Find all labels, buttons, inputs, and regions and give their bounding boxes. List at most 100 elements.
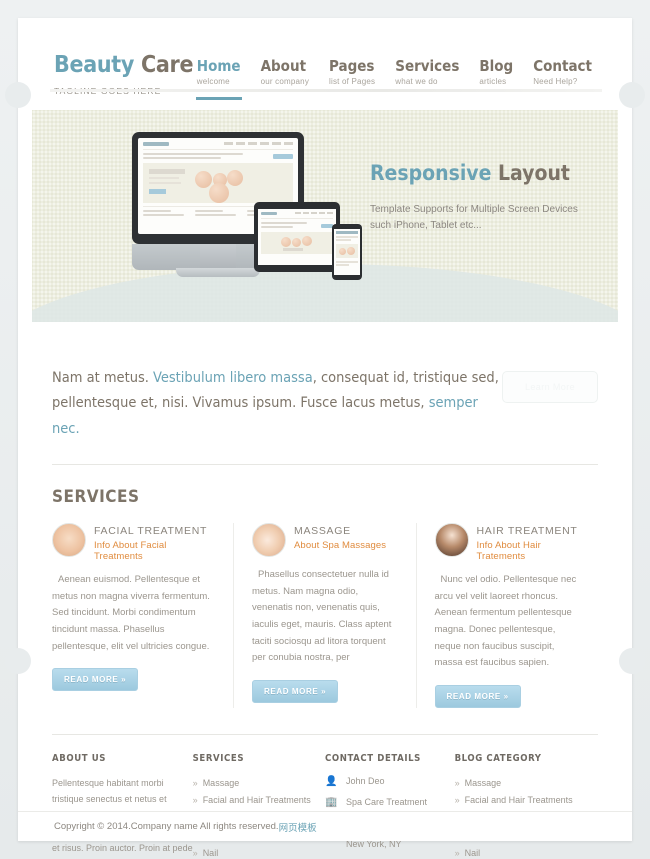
nav-label: Contact bbox=[533, 57, 592, 75]
person-icon: 👤 bbox=[325, 775, 338, 787]
copyright-text: Copyright © 2014.Company name All rights… bbox=[54, 821, 279, 832]
service-subtitle[interactable]: Info About Hair Tratements bbox=[477, 540, 581, 562]
services-section: SERVICES FACIAL TREATMENT Info About Fac… bbox=[52, 487, 598, 708]
chevron-right-icon: » bbox=[192, 777, 198, 788]
imac-neck bbox=[200, 244, 236, 270]
footer-column-blog: BLOG CATEGORY » Massage » Facial and Hair … bbox=[455, 753, 598, 859]
service-title: MASSAGE bbox=[294, 525, 351, 538]
ribbon-notch-bottom-left bbox=[5, 648, 31, 674]
list-item-label: Massage bbox=[202, 777, 240, 788]
nav-label: Blog bbox=[479, 57, 514, 75]
chevron-right-icon: » bbox=[454, 777, 460, 788]
learn-more-button[interactable]: Learn More bbox=[502, 371, 598, 403]
intro-section: Nam at metus. Vestibulum libero massa, c… bbox=[52, 366, 598, 466]
nav-sublabel: Need Help? bbox=[533, 77, 578, 87]
list-item[interactable]: » Nail bbox=[193, 845, 325, 859]
list-item[interactable]: » Facial and Hair Treatments bbox=[455, 792, 598, 810]
header-divider bbox=[50, 89, 602, 92]
copyright-bar: Copyright © 2014.Company name All rights… bbox=[18, 811, 632, 841]
mini-site-tablet bbox=[258, 209, 336, 257]
avatar bbox=[434, 523, 469, 558]
nav-sublabel: what we do bbox=[395, 77, 438, 87]
nav-sublabel: our company bbox=[260, 77, 310, 87]
hero-subtitle-line1: Template Supports for Multiple Screen De… bbox=[370, 204, 578, 216]
hero-subtitle: Template Supports for Multiple Screen De… bbox=[370, 202, 610, 233]
page-root: Beauty Care TAGLINE GOES HERE Home welco… bbox=[0, 0, 650, 859]
iphone-device bbox=[332, 224, 362, 280]
logo-secondary: Care bbox=[141, 52, 194, 78]
intro-text: Nam at metus. Vestibulum libero massa, c… bbox=[52, 366, 502, 442]
building-icon: 🏢 bbox=[325, 796, 338, 808]
service-body: Phasellus consectetuer nulla id metus. N… bbox=[252, 569, 392, 664]
nav-label: About bbox=[260, 57, 307, 75]
nav-label: Pages bbox=[329, 57, 375, 75]
service-card-massage: MASSAGE About Spa Massages Phasellus con… bbox=[233, 523, 416, 708]
service-header: MASSAGE About Spa Massages bbox=[252, 523, 398, 558]
hero-subtitle-line2: such iPhone, Tablet etc... bbox=[370, 219, 482, 231]
hero-slider: Responsive Layout Template Supports for … bbox=[32, 110, 618, 322]
service-title: HAIR TREATMENT bbox=[476, 525, 578, 538]
list-item-label: Facial and Hair Treatments bbox=[202, 795, 311, 806]
contact-person-row: 👤 John Deo bbox=[325, 775, 455, 789]
footer-blog-heading: BLOG CATEGORY bbox=[454, 752, 542, 764]
service-subtitle[interactable]: About Spa Massages bbox=[294, 540, 386, 551]
service-body: Nunc vel odio. Pellentesque nec arcu vel… bbox=[434, 574, 577, 669]
imac-foot bbox=[176, 268, 260, 277]
ribbon-notch-bottom-right bbox=[619, 648, 645, 674]
chevron-right-icon: » bbox=[454, 795, 460, 806]
list-item-label: Facial and Hair Treatments bbox=[464, 795, 573, 806]
list-item[interactable]: » Facial and Hair Treatments bbox=[193, 792, 325, 810]
service-titles: FACIAL TREATMENT Info About Facial Treat… bbox=[94, 523, 215, 562]
list-item[interactable]: » Massage bbox=[193, 775, 325, 793]
service-titles: MASSAGE About Spa Massages bbox=[294, 523, 386, 551]
ribbon-notch-top-left bbox=[5, 82, 31, 108]
intro-part1: Nam at metus. bbox=[52, 370, 154, 386]
service-titles: HAIR TREATMENT Info About Hair Tratement… bbox=[477, 523, 581, 562]
list-item-label: Massage bbox=[464, 777, 502, 788]
hero-title-secondary: Layout bbox=[498, 161, 570, 185]
hero-title-primary: Responsive bbox=[370, 161, 492, 185]
footer-about-heading: ABOUT US bbox=[52, 752, 107, 764]
nav-sublabel: welcome bbox=[196, 77, 230, 87]
chevron-right-icon: » bbox=[454, 848, 460, 859]
iphone-screen-content bbox=[334, 229, 360, 275]
footer-column-about: ABOUT US Pellentesque habitant morbi tri… bbox=[52, 753, 193, 859]
list-item[interactable]: » Nail bbox=[455, 845, 598, 859]
read-more-button[interactable]: READ MORE » bbox=[252, 679, 339, 703]
avatar bbox=[52, 523, 86, 558]
site-header: Beauty Care TAGLINE GOES HERE Home welco… bbox=[18, 18, 632, 101]
ribbon-notch-top-right bbox=[619, 82, 645, 108]
page-sheet: Beauty Care TAGLINE GOES HERE Home welco… bbox=[18, 18, 632, 859]
nav-label: Home bbox=[196, 57, 241, 75]
service-header: FACIAL TREATMENT Info About Facial Treat… bbox=[52, 523, 215, 562]
chevron-right-icon: » bbox=[192, 795, 198, 806]
contact-person: John Deo bbox=[346, 775, 385, 786]
service-card-facial: FACIAL TREATMENT Info About Facial Treat… bbox=[52, 523, 233, 708]
service-card-hair: HAIR TREATMENT Info About Hair Tratement… bbox=[415, 523, 599, 708]
copyright-link[interactable]: 网页模板 bbox=[279, 820, 317, 834]
list-item-label: Nail bbox=[202, 848, 219, 859]
hero-copy: Responsive Layout Template Supports for … bbox=[370, 161, 610, 233]
nav-sublabel: articles bbox=[479, 77, 507, 87]
services-grid: FACIAL TREATMENT Info About Facial Treat… bbox=[52, 523, 598, 708]
service-title: FACIAL TREATMENT bbox=[94, 525, 208, 538]
nav-sublabel: list of Pages bbox=[329, 77, 376, 87]
list-item[interactable]: » Massage bbox=[455, 775, 598, 793]
chevron-right-icon: » bbox=[192, 848, 198, 859]
service-body: Aenean euismod. Pellentesque et metus no… bbox=[52, 574, 210, 652]
ipad-device bbox=[254, 202, 340, 272]
services-heading: SERVICES bbox=[52, 487, 140, 508]
read-more-button[interactable]: READ MORE » bbox=[52, 668, 139, 692]
nav-label: Services bbox=[395, 57, 460, 75]
logo-primary: Beauty bbox=[54, 52, 135, 78]
ipad-screen-content bbox=[258, 209, 336, 265]
footer-column-services: SERVICES » Massage » Facial and Hair Treat… bbox=[193, 753, 325, 859]
intro-highlight1: Vestibulum libero massa bbox=[153, 370, 313, 386]
mini-site-phone bbox=[334, 229, 360, 268]
service-subtitle[interactable]: Info About Facial Treatments bbox=[94, 540, 215, 562]
footer-contact-heading: CONTACT DETAILS bbox=[325, 752, 421, 764]
logo-title: Beauty Care bbox=[54, 52, 194, 78]
footer-column-contact: CONTACT DETAILS 👤 John Deo 🏢 Spa Care Tr… bbox=[325, 753, 455, 859]
read-more-button[interactable]: READ MORE » bbox=[434, 684, 521, 708]
avatar bbox=[252, 523, 286, 558]
